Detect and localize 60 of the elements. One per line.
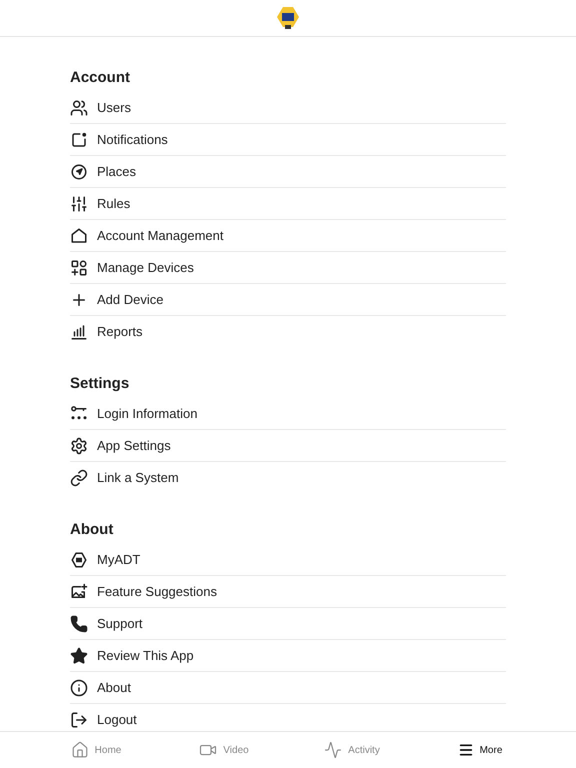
menu-item[interactable]: Account Management [70,220,506,252]
menu-item-label: Add Device [97,290,164,309]
menu-item-label: Feature Suggestions [97,582,217,601]
star-icon [70,646,88,664]
menu-item-label: Notifications [97,130,168,149]
menu-item-label: Logout [97,711,137,730]
tab[interactable]: Activity [288,732,416,768]
notification-icon [70,130,88,148]
menu-item[interactable]: Users [70,92,506,124]
users-icon [70,98,88,116]
menu-item[interactable]: MyADT [70,544,506,576]
home-icon [70,226,88,244]
menu-item[interactable]: Support [70,608,506,640]
menu-item[interactable]: Rules [70,188,506,220]
bar-chart-icon [70,323,88,341]
link-icon [70,469,88,487]
menu-item-label: MyADT [97,550,140,569]
menu-icon [458,742,474,758]
menu-item[interactable]: Reports [70,316,506,348]
sliders-icon [70,194,88,212]
menu-item-label: Places [97,162,136,181]
devices-icon [70,258,88,276]
badge-icon [70,550,88,568]
menu-item[interactable]: Link a System [70,462,506,494]
image-plus-icon [70,582,88,600]
menu-item[interactable]: Manage Devices [70,252,506,284]
activity-icon [324,741,342,759]
tab[interactable]: Video [160,732,288,768]
menu-item-label: Link a System [97,469,179,488]
phone-icon [70,614,88,632]
section-heading: About [70,520,114,540]
info-icon [70,678,88,696]
tab[interactable]: Home [32,732,160,768]
menu-item-label: App Settings [97,436,171,455]
settings-icon [70,436,88,454]
menu-item[interactable]: Login Information [70,398,506,430]
logo-icon [277,6,299,30]
menu-item-label: Manage Devices [97,258,194,277]
home-icon [70,741,89,759]
menu-item[interactable]: Review This App [70,640,506,672]
section-heading: Settings [70,374,130,394]
menu-item[interactable]: Places [70,156,506,188]
menu-item-label: About [97,678,131,697]
menu-item-label: Support [97,614,143,633]
menu-item-label: Reports [97,323,143,342]
menu-item[interactable]: Add Device [70,284,506,316]
logout-icon [70,711,88,729]
compass-icon [70,162,88,180]
menu-item-label: Login Information [97,404,198,423]
menu-item[interactable]: About [70,672,506,704]
menu-item[interactable]: Notifications [70,124,506,156]
menu-item[interactable]: App Settings [70,430,506,462]
menu-item[interactable]: Logout [70,704,506,731]
menu-item[interactable]: Feature Suggestions [70,576,506,608]
menu-item-label: Account Management [97,226,224,245]
menu-item-label: Review This App [97,646,194,665]
menu-item-label: Users [97,98,131,117]
section-heading: Account [70,68,131,88]
menu-item-label: Rules [97,194,130,213]
tab[interactable]: More [416,732,544,768]
